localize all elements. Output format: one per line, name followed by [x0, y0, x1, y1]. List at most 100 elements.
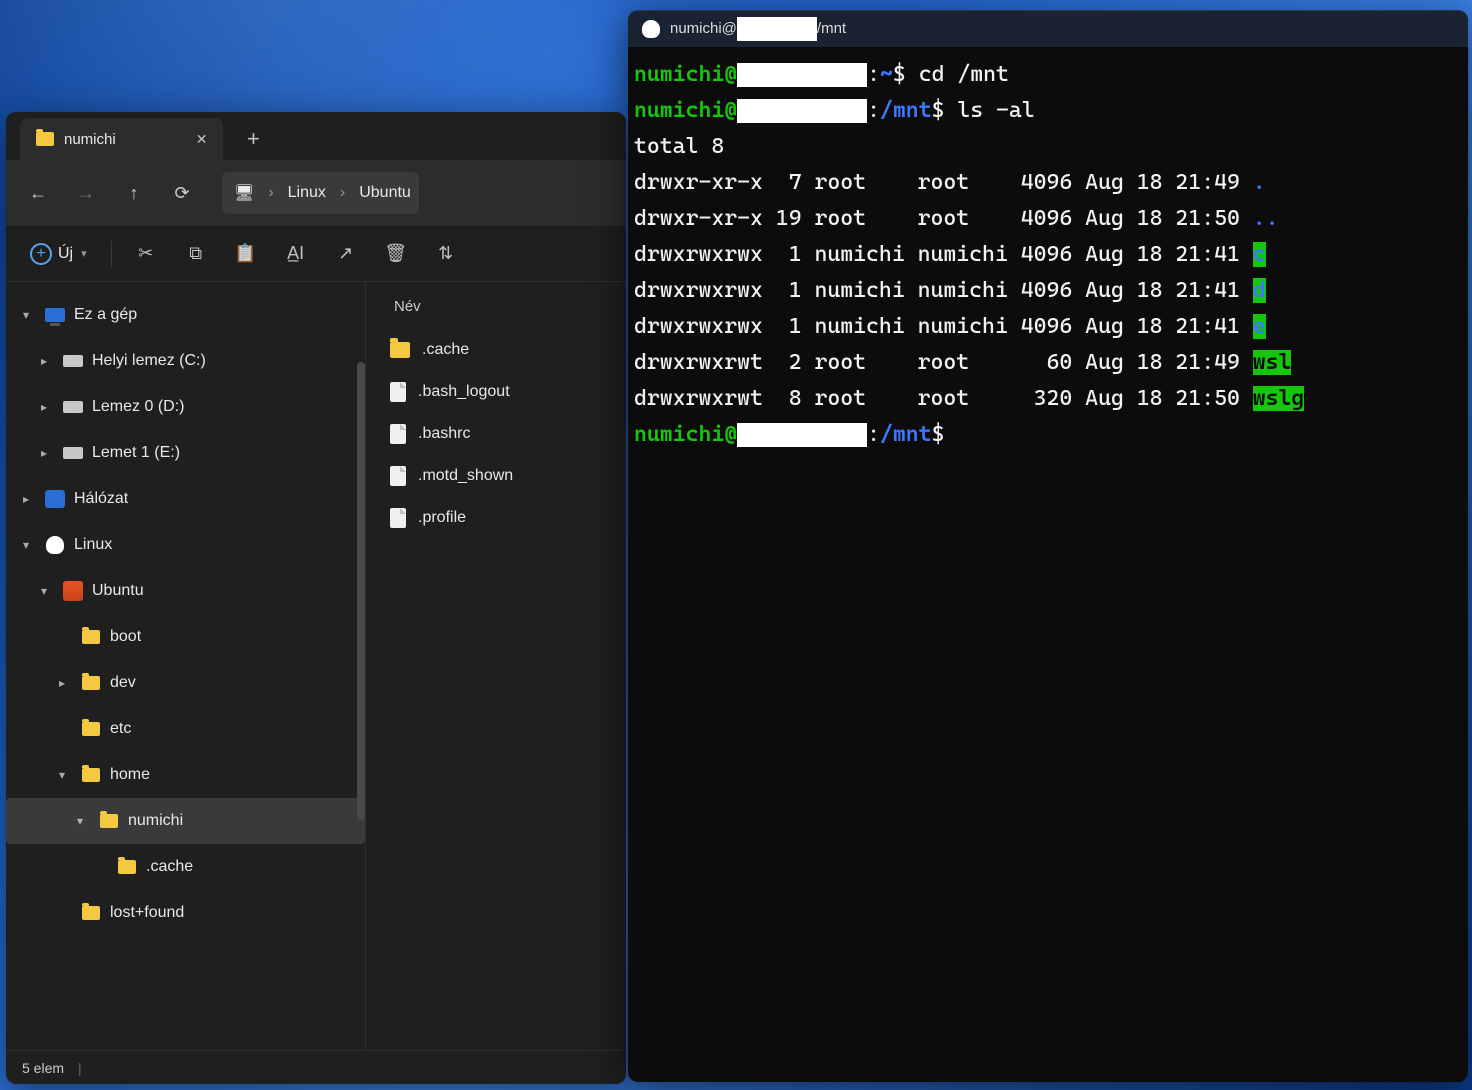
- scrollbar[interactable]: [357, 362, 365, 820]
- folder-icon: [80, 902, 102, 924]
- column-header-name[interactable]: Név: [366, 292, 626, 329]
- file-row[interactable]: .motd_shown: [366, 455, 626, 497]
- chevron-icon: ▾: [70, 814, 90, 828]
- terminal-output[interactable]: numichi@:~$ cd /mnt numichi@:/mnt$ ls -a…: [628, 47, 1468, 1082]
- tree-label: Lemet 1 (E:): [92, 444, 180, 462]
- tree-label: dev: [110, 674, 136, 692]
- rename-button[interactable]: A̲I: [274, 234, 318, 274]
- tree-item-lost-found[interactable]: lost+found: [6, 890, 365, 936]
- drive-icon: [62, 442, 84, 464]
- nav-bar: ← → ↑ ⟳ 🖥 › Linux › Ubuntu: [6, 160, 626, 226]
- copy-button[interactable]: ⧉: [174, 234, 218, 274]
- up-button[interactable]: ↑: [112, 171, 156, 215]
- tux-icon: [44, 534, 66, 556]
- share-button[interactable]: ↗: [324, 234, 368, 274]
- file-icon: [390, 424, 406, 444]
- tree-item-ez-a-g-p[interactable]: ▾ Ez a gép: [6, 292, 365, 338]
- terminal-titlebar[interactable]: numichi@/mnt: [628, 11, 1468, 47]
- tree-label: Ez a gép: [74, 306, 137, 324]
- folder-icon: [116, 856, 138, 878]
- chevron-icon: ▸: [34, 446, 54, 460]
- chevron-icon: ▸: [34, 354, 54, 368]
- tree-label: lost+found: [110, 904, 184, 922]
- folder-icon: [80, 764, 102, 786]
- tree-item-etc[interactable]: etc: [6, 706, 365, 752]
- breadcrumb-item[interactable]: Linux: [288, 184, 326, 202]
- monitor-icon: 🖥: [234, 183, 254, 203]
- chevron-icon: ▸: [16, 492, 36, 506]
- new-button[interactable]: + Új ▾: [18, 234, 99, 274]
- chevron-right-icon: ›: [268, 184, 273, 202]
- net-icon: [44, 488, 66, 510]
- tab-title: numichi: [64, 131, 116, 148]
- chevron-icon: ▾: [16, 538, 36, 552]
- file-row[interactable]: .cache: [366, 329, 626, 371]
- file-row[interactable]: .profile: [366, 497, 626, 539]
- tree-item-ubuntu[interactable]: ▾ Ubuntu: [6, 568, 365, 614]
- chevron-icon: ▾: [52, 768, 72, 782]
- tux-icon: [642, 20, 660, 38]
- drive-icon: [62, 350, 84, 372]
- new-label: Új: [58, 245, 73, 263]
- tree-label: numichi: [128, 812, 183, 830]
- tree-item-lemet-1-e-[interactable]: ▸ Lemet 1 (E:): [6, 430, 365, 476]
- chevron-right-icon: ›: [340, 184, 345, 202]
- file-icon: [390, 466, 406, 486]
- folder-icon: [390, 342, 410, 358]
- file-name: .cache: [422, 341, 469, 359]
- tree-item-boot[interactable]: boot: [6, 614, 365, 660]
- item-count: 5 elem: [22, 1060, 64, 1076]
- back-button[interactable]: ←: [16, 171, 60, 215]
- tree-item-home[interactable]: ▾ home: [6, 752, 365, 798]
- chevron-icon: ▾: [16, 308, 36, 322]
- chevron-icon: ▸: [52, 676, 72, 690]
- file-name: .motd_shown: [418, 467, 513, 485]
- chevron-icon: ▸: [34, 400, 54, 414]
- tab-numichi[interactable]: numichi ✕: [20, 118, 223, 160]
- tree-item-numichi[interactable]: ▾ numichi: [6, 798, 365, 844]
- file-name: .bashrc: [418, 425, 470, 443]
- close-icon[interactable]: ✕: [196, 131, 208, 148]
- tree-item-helyi-lemez-c-[interactable]: ▸ Helyi lemez (C:): [6, 338, 365, 384]
- paste-button[interactable]: 📋: [224, 234, 268, 274]
- tree-item-h-l-zat[interactable]: ▸ Hálózat: [6, 476, 365, 522]
- refresh-button[interactable]: ⟳: [160, 171, 204, 215]
- tree-label: Lemez 0 (D:): [92, 398, 184, 416]
- file-row[interactable]: .bashrc: [366, 413, 626, 455]
- toolbar: + Új ▾ ✂ ⧉ 📋 A̲I ↗ 🗑 ⇅: [6, 226, 626, 282]
- tree-label: Helyi lemez (C:): [92, 352, 206, 370]
- new-tab-button[interactable]: +: [233, 118, 273, 160]
- file-icon: [390, 508, 406, 528]
- file-name: .bash_logout: [418, 383, 510, 401]
- tree-label: etc: [110, 720, 131, 738]
- breadcrumb[interactable]: 🖥 › Linux › Ubuntu: [222, 172, 419, 214]
- file-explorer-window: numichi ✕ + ← → ↑ ⟳ 🖥 › Linux › Ubuntu +…: [6, 112, 626, 1084]
- breadcrumb-item[interactable]: Ubuntu: [359, 184, 411, 202]
- sidebar: ▾Ez a gép▸Helyi lemez (C:)▸Lemez 0 (D:)▸…: [6, 282, 366, 1050]
- tree-label: boot: [110, 628, 141, 646]
- folder-icon: [80, 626, 102, 648]
- forward-button[interactable]: →: [64, 171, 108, 215]
- chevron-icon: ▾: [34, 584, 54, 598]
- cut-button[interactable]: ✂: [124, 234, 168, 274]
- tree-label: Hálózat: [74, 490, 128, 508]
- plus-circle-icon: +: [30, 243, 52, 265]
- folder-icon: [80, 718, 102, 740]
- tree-item-linux[interactable]: ▾ Linux: [6, 522, 365, 568]
- tree-item-lemez-0-d-[interactable]: ▸ Lemez 0 (D:): [6, 384, 365, 430]
- folder-icon: [36, 132, 54, 146]
- file-row[interactable]: .bash_logout: [366, 371, 626, 413]
- terminal-title: numichi@/mnt: [670, 17, 846, 41]
- delete-button[interactable]: 🗑: [374, 234, 418, 274]
- drive-icon: [62, 396, 84, 418]
- folder-icon: [98, 810, 120, 832]
- pc-icon: [44, 304, 66, 326]
- sort-button[interactable]: ⇅: [424, 234, 468, 274]
- tree-item-dev[interactable]: ▸ dev: [6, 660, 365, 706]
- tree-label: home: [110, 766, 150, 784]
- tree-label: Ubuntu: [92, 582, 144, 600]
- tree-item--cache[interactable]: .cache: [6, 844, 365, 890]
- tree-label: .cache: [146, 858, 193, 876]
- tree-label: Linux: [74, 536, 112, 554]
- tab-strip: numichi ✕ +: [6, 112, 626, 160]
